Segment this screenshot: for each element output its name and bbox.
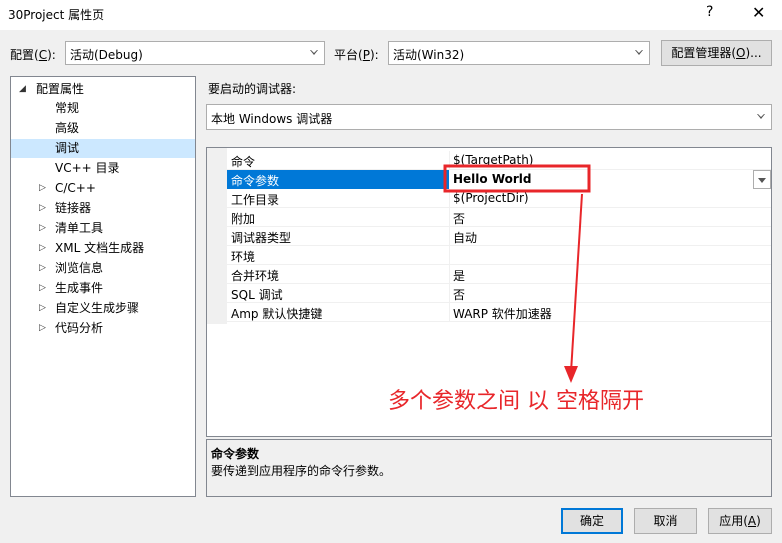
- expand-arrow-icon: ▷: [39, 263, 46, 273]
- platform-select[interactable]: 活动(Win32): [388, 41, 650, 65]
- chevron-down-icon: [758, 178, 766, 183]
- chevron-down-icon: [310, 50, 318, 55]
- property-row-environment[interactable]: 环境: [227, 246, 771, 265]
- expand-arrow-icon: ▷: [39, 203, 46, 213]
- debugger-label: 要启动的调试器:: [208, 82, 297, 96]
- debugger-select[interactable]: 本地 Windows 调试器: [206, 104, 772, 130]
- command-arguments-dropdown[interactable]: [753, 170, 771, 189]
- config-value: 活动(Debug): [70, 48, 143, 62]
- tree-item-vc-directories[interactable]: VC++ 目录: [11, 159, 195, 178]
- property-row-debugger-type[interactable]: 调试器类型 自动: [227, 227, 771, 246]
- config-manager-button[interactable]: 配置管理器(O)...: [661, 40, 772, 66]
- command-arguments-input[interactable]: Hello World: [449, 170, 771, 189]
- property-row-command[interactable]: 命令 $(TargetPath): [227, 151, 771, 170]
- tree-item-c-cpp[interactable]: ▷ C/C++: [11, 179, 195, 198]
- tree-root[interactable]: ◢ 配置属性: [11, 80, 195, 99]
- window-title: 30Project 属性页: [8, 8, 105, 22]
- grid-gutter: [207, 148, 227, 324]
- expand-arrow-icon: ▷: [39, 283, 46, 293]
- tree-item-build-events[interactable]: ▷ 生成事件: [11, 279, 195, 298]
- tree-item-custom-build-step[interactable]: ▷ 自定义生成步骤: [11, 299, 195, 318]
- tree-item-advanced[interactable]: 高级: [11, 119, 195, 138]
- property-tree: ◢ 配置属性 常规 高级 调试 VC++ 目录 ▷ C/C++ ▷ 链接器 ▷ 清单工…: [10, 76, 196, 497]
- expand-arrow-icon: ▷: [39, 323, 46, 333]
- tree-item-general[interactable]: 常规: [11, 99, 195, 118]
- expand-arrow-icon: ▷: [39, 243, 46, 253]
- tree-item-xml-doc-generator[interactable]: ▷ XML 文档生成器: [11, 239, 195, 258]
- property-row-attach[interactable]: 附加否: [227, 208, 771, 227]
- expand-arrow-icon: ▷: [39, 183, 46, 193]
- close-button[interactable]: ✕: [752, 3, 765, 22]
- property-row-merge-environment[interactable]: 合并环境是: [227, 265, 771, 284]
- expand-arrow-icon: ▷: [39, 223, 46, 233]
- property-row-amp-accelerator[interactable]: Amp 默认快捷键 WARP 软件加速器: [227, 303, 771, 322]
- annotation-text: 多个参数之间 以 空格隔开: [388, 389, 644, 414]
- debugger-value: 本地 Windows 调试器: [211, 112, 333, 126]
- platform-label: 平台(P):: [334, 48, 379, 62]
- property-row-sql-debugging[interactable]: SQL 调试否: [227, 284, 771, 303]
- tree-item-linker[interactable]: ▷ 链接器: [11, 199, 195, 218]
- description-text: 要传递到应用程序的命令行参数。: [211, 464, 392, 478]
- tree-item-manifest-tool[interactable]: ▷ 清单工具: [11, 219, 195, 238]
- description-panel: 命令参数 要传递到应用程序的命令行参数。: [206, 439, 772, 497]
- platform-value: 活动(Win32): [393, 48, 465, 62]
- help-button[interactable]: ?: [706, 4, 713, 20]
- description-title: 命令参数: [211, 447, 260, 461]
- tree-item-debugging[interactable]: 调试: [11, 139, 195, 158]
- chevron-down-icon: [757, 114, 765, 119]
- config-label: 配置(C):: [10, 48, 56, 62]
- ok-button[interactable]: 确定: [561, 508, 623, 534]
- tree-item-browse-info[interactable]: ▷ 浏览信息: [11, 259, 195, 278]
- cancel-button[interactable]: 取消: [634, 508, 697, 534]
- property-row-command-arguments[interactable]: 命令参数 Hello World: [227, 170, 771, 189]
- expand-arrow-icon: ▷: [39, 303, 46, 313]
- chevron-down-icon: [635, 50, 643, 55]
- property-row-working-directory[interactable]: 工作目录 $(ProjectDir): [227, 189, 771, 208]
- title-bar: 30Project 属性页 ? ✕: [0, 0, 782, 30]
- apply-button[interactable]: 应用(A): [708, 508, 772, 534]
- collapse-arrow-icon[interactable]: ◢: [19, 80, 26, 99]
- config-select[interactable]: 活动(Debug): [65, 41, 325, 65]
- tree-item-code-analysis[interactable]: ▷ 代码分析: [11, 319, 195, 338]
